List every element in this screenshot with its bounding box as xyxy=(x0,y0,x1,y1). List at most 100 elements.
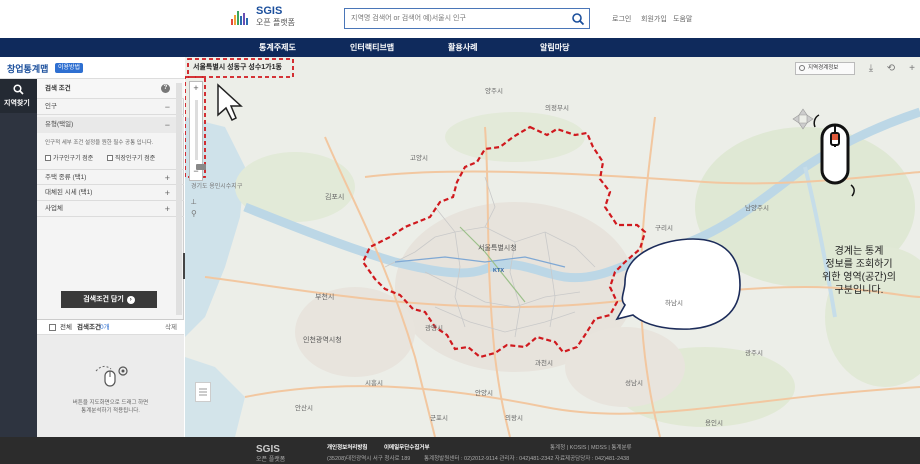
place-label: 성남시 xyxy=(625,380,643,387)
search-condition-panel: 검색 조건 ? 인구 − 유형(택일) − 인구적 세부 조건 설정을 원한 필… xyxy=(37,79,184,437)
help-link[interactable]: 도움말 xyxy=(673,14,692,24)
panel-scrollbar[interactable] xyxy=(176,83,182,315)
expand-icon[interactable]: + xyxy=(165,185,170,201)
place-label: 양주시 xyxy=(485,88,503,95)
map-area[interactable]: 김포시 부천시 인천광역시청 서울특별시청 광명시 시흥시 안양시 성남시 하남… xyxy=(185,57,920,437)
condition-header: 검색 조건 ? xyxy=(37,79,184,99)
search-input[interactable] xyxy=(351,11,571,26)
pin-icon[interactable]: ⚲ xyxy=(191,209,197,218)
type-row[interactable]: 유형(택일) − xyxy=(37,117,184,133)
place-label: 안양시 xyxy=(475,390,493,397)
place-label: 서울특별시청 xyxy=(478,245,517,252)
boundary-info-button[interactable]: 지역경계정보 xyxy=(795,62,855,75)
main-nav: 통계주제도 인터랙티브맵 활용사례 알림마당 xyxy=(0,38,920,57)
area-search-label: 지역찾기 xyxy=(4,100,30,107)
housing-label: 주택 종류 (택1) xyxy=(45,174,87,181)
legend-icon xyxy=(199,388,207,396)
zoom-slider[interactable] xyxy=(195,100,206,170)
select-all-checkbox[interactable] xyxy=(49,324,56,331)
collapse-icon[interactable]: − xyxy=(165,99,170,115)
expand-icon[interactable]: + xyxy=(165,201,170,217)
map-location-hint: 경기도 용인시수지구 xyxy=(191,184,243,190)
business-label: 사업체 xyxy=(45,205,63,212)
collapse-icon[interactable]: − xyxy=(165,117,170,133)
place-label: 안산시 xyxy=(295,405,313,412)
help-icon[interactable]: ? xyxy=(161,84,170,93)
worker-checkbox[interactable]: 직장인구기 점준 xyxy=(107,153,155,162)
page-title: 창업통계맵 xyxy=(7,64,49,74)
place-label: 남양주시 xyxy=(745,205,769,212)
ruler-icon[interactable]: ⟂ xyxy=(191,197,196,207)
arrow-right-icon: › xyxy=(126,296,135,304)
place-label: 부천시 xyxy=(315,294,335,301)
logo-subtitle: 오픈 플랫폼 xyxy=(256,18,296,27)
nav-notice[interactable]: 알림마당 xyxy=(540,42,569,53)
expand-icon[interactable]: + xyxy=(165,170,170,186)
left-tool-column: 지역찾기 xyxy=(0,79,37,437)
nav-interactive-map[interactable]: 인터랙티브맵 xyxy=(350,42,394,53)
household-checkbox[interactable]: 가구인구기 점준 xyxy=(45,153,93,162)
list-title: 검색조건 xyxy=(77,324,101,331)
signup-link[interactable]: 회원가입 xyxy=(641,14,667,24)
condition-drop-area[interactable]: 버튼을 지도화면으로 드래그 하면 통계분석하기 적용됩니다. xyxy=(37,335,184,437)
place-label: KTX xyxy=(493,268,504,274)
condition-title: 검색 조건 xyxy=(45,85,71,92)
zoom-in-icon[interactable]: + xyxy=(190,83,202,93)
place-label: 하남시 xyxy=(665,300,683,307)
top-header: SGIS 오픈 플랫폼 로그인 회원가입 도움말 xyxy=(0,0,920,38)
footer-address: (35208)대전광역시 서구 청사로 189 xyxy=(327,456,411,462)
population-label: 인구 xyxy=(45,103,57,110)
drag-mouse-icon xyxy=(95,365,128,387)
footer-right-links[interactable]: 통계청 | KOSIS | MDSS | 통계분류 xyxy=(550,443,632,451)
price-row[interactable]: 대체된 시세 (택1) + xyxy=(37,185,184,201)
zoom-control: + − xyxy=(189,81,206,181)
email-policy-link[interactable]: 이메일무단수집거부 xyxy=(384,443,430,451)
guide-button[interactable]: 이용방법 xyxy=(55,63,84,73)
population-row[interactable]: 인구 − xyxy=(37,99,184,115)
page-title-bar: 창업통계맵 이용방법 xyxy=(0,57,185,79)
nav-use-cases[interactable]: 활용사례 xyxy=(448,42,477,53)
place-label: 의정부시 xyxy=(545,105,569,112)
place-label: 시흥시 xyxy=(365,380,383,387)
share-icon[interactable]: ⟲ xyxy=(885,63,897,75)
place-label: 김포시 xyxy=(325,194,345,201)
price-label: 대체된 시세 (택1) xyxy=(45,189,93,196)
place-label: 고양시 xyxy=(410,155,428,162)
privacy-link[interactable]: 개인정보처리방침 xyxy=(327,443,367,451)
place-label: 군포시 xyxy=(430,415,448,422)
settings-icon xyxy=(799,65,805,71)
delete-button[interactable]: 삭제 xyxy=(165,320,177,336)
place-label: 광명시 xyxy=(425,325,443,332)
footer: SGIS 오픈 플랫폼 개인정보처리방침 이메일무단수집거부 통계청 | KOS… xyxy=(0,437,920,464)
area-search-button[interactable]: 지역찾기 xyxy=(0,79,37,113)
download-icon[interactable]: ⤓ xyxy=(865,63,877,75)
login-link[interactable]: 로그인 xyxy=(612,14,631,24)
condition-description: 인구적 세부 조건 설정을 원한 필수 공통 입니다. xyxy=(45,140,154,146)
place-label: 용인시 xyxy=(705,420,723,427)
footer-contacts: 통계청발원센터 : 02)2012-9114 관리자 : 042)481-234… xyxy=(424,456,630,462)
plus-icon[interactable]: + xyxy=(906,63,918,75)
legend-button[interactable] xyxy=(195,382,211,402)
search-icon xyxy=(13,84,24,95)
condition-list-header: 전체 검색조건 0개 삭제 xyxy=(37,319,184,335)
place-label: 구리시 xyxy=(655,225,673,232)
type-label: 유형(택일) xyxy=(45,121,74,128)
place-label: 의왕시 xyxy=(505,415,523,422)
sgis-logo-icon[interactable] xyxy=(231,9,253,25)
map-address[interactable]: 서울특별시 성동구 성수1가1동 xyxy=(193,62,282,72)
add-condition-button[interactable]: 검색조건 담기 › xyxy=(61,291,157,308)
search-box xyxy=(344,8,590,29)
business-row[interactable]: 사업체 + xyxy=(37,201,184,217)
place-label: 과천시 xyxy=(535,360,553,367)
zoom-out-icon[interactable]: − xyxy=(190,166,202,176)
map-toolbar: 지역경계정보 ⤓ ⟲ + xyxy=(795,60,920,78)
place-label: 광주시 xyxy=(745,350,763,357)
list-count: 0개 xyxy=(100,324,110,331)
housing-row[interactable]: 주택 종류 (택1) + xyxy=(37,169,184,185)
place-label: 인천광역시청 xyxy=(303,337,342,344)
footer-logo-subtitle: 오픈 플랫폼 xyxy=(256,457,286,463)
search-icon[interactable] xyxy=(571,12,585,26)
logo-title[interactable]: SGIS xyxy=(256,6,282,17)
nav-thematic-map[interactable]: 통계주제도 xyxy=(259,42,296,53)
callout-text: 경계는 통계 정보를 조회하기 위한 영역(공간)의 구분입니다. xyxy=(822,246,896,296)
